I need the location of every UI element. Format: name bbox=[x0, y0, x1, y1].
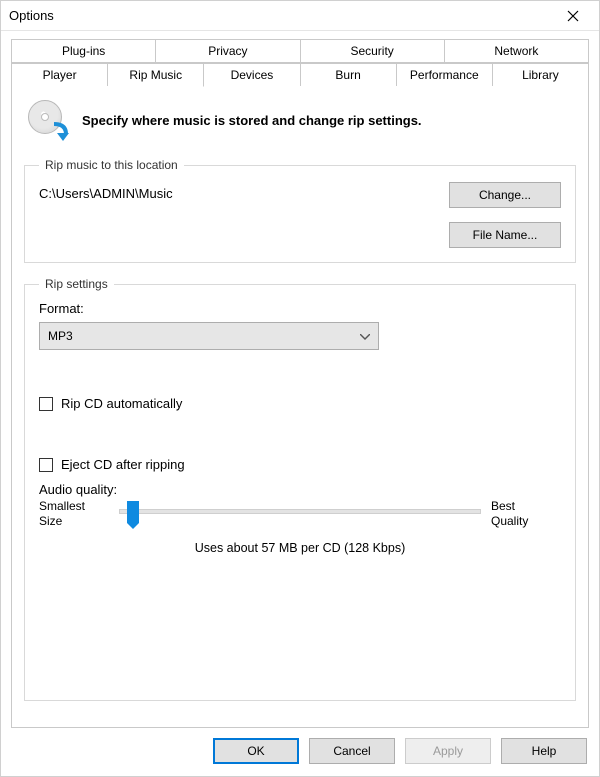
tab-player[interactable]: Player bbox=[11, 63, 108, 86]
rip-settings-group: Rip settings Format: MP3 Rip CD automati… bbox=[24, 277, 576, 701]
chevron-down-icon bbox=[360, 329, 370, 343]
cd-rip-icon bbox=[28, 100, 68, 140]
tab-strip: Plug-ins Privacy Security Network Player… bbox=[11, 39, 589, 86]
change-location-button[interactable]: Change... bbox=[449, 182, 561, 208]
format-value: MP3 bbox=[48, 329, 73, 343]
cancel-button[interactable]: Cancel bbox=[309, 738, 395, 764]
tab-plug-ins[interactable]: Plug-ins bbox=[11, 39, 156, 63]
apply-button[interactable]: Apply bbox=[405, 738, 491, 764]
audio-quality-slider[interactable] bbox=[119, 499, 481, 539]
tab-devices[interactable]: Devices bbox=[204, 63, 300, 86]
audio-quality-slider-row: Smallest Size Best Quality bbox=[39, 499, 561, 539]
rip-auto-checkbox[interactable] bbox=[39, 397, 53, 411]
file-name-button[interactable]: File Name... bbox=[449, 222, 561, 248]
slider-max-label: Best Quality bbox=[491, 499, 561, 529]
rip-auto-checkbox-row[interactable]: Rip CD automatically bbox=[39, 396, 561, 411]
tab-security[interactable]: Security bbox=[301, 39, 445, 63]
rip-location-legend: Rip music to this location bbox=[39, 158, 184, 172]
window-title: Options bbox=[9, 8, 555, 23]
close-button[interactable] bbox=[555, 4, 591, 28]
audio-quality-label: Audio quality: bbox=[39, 482, 561, 497]
tab-performance[interactable]: Performance bbox=[397, 63, 493, 86]
intro-row: Specify where music is stored and change… bbox=[28, 100, 576, 140]
format-label: Format: bbox=[39, 301, 561, 316]
rip-auto-label: Rip CD automatically bbox=[61, 396, 182, 411]
eject-label: Eject CD after ripping bbox=[61, 457, 185, 472]
rip-music-panel: Specify where music is stored and change… bbox=[11, 86, 589, 728]
tab-burn[interactable]: Burn bbox=[301, 63, 397, 86]
intro-text: Specify where music is stored and change… bbox=[82, 113, 422, 128]
slider-min-label: Smallest Size bbox=[39, 499, 109, 529]
dialog-footer: OK Cancel Apply Help bbox=[1, 728, 599, 776]
rip-location-group: Rip music to this location C:\Users\ADMI… bbox=[24, 158, 576, 263]
tab-network[interactable]: Network bbox=[445, 39, 589, 63]
close-icon bbox=[567, 10, 579, 22]
tab-privacy[interactable]: Privacy bbox=[156, 39, 300, 63]
ok-button[interactable]: OK bbox=[213, 738, 299, 764]
tab-library[interactable]: Library bbox=[493, 63, 589, 86]
eject-checkbox[interactable] bbox=[39, 458, 53, 472]
tab-rip-music[interactable]: Rip Music bbox=[108, 63, 204, 87]
format-select[interactable]: MP3 bbox=[39, 322, 379, 350]
rip-location-path: C:\Users\ADMIN\Music bbox=[39, 182, 449, 201]
options-dialog: Options Plug-ins Privacy Security Networ… bbox=[0, 0, 600, 777]
audio-quality-caption: Uses about 57 MB per CD (128 Kbps) bbox=[39, 541, 561, 555]
eject-checkbox-row[interactable]: Eject CD after ripping bbox=[39, 457, 561, 472]
titlebar: Options bbox=[1, 1, 599, 31]
slider-thumb[interactable] bbox=[127, 501, 139, 523]
rip-settings-legend: Rip settings bbox=[39, 277, 114, 291]
help-button[interactable]: Help bbox=[501, 738, 587, 764]
